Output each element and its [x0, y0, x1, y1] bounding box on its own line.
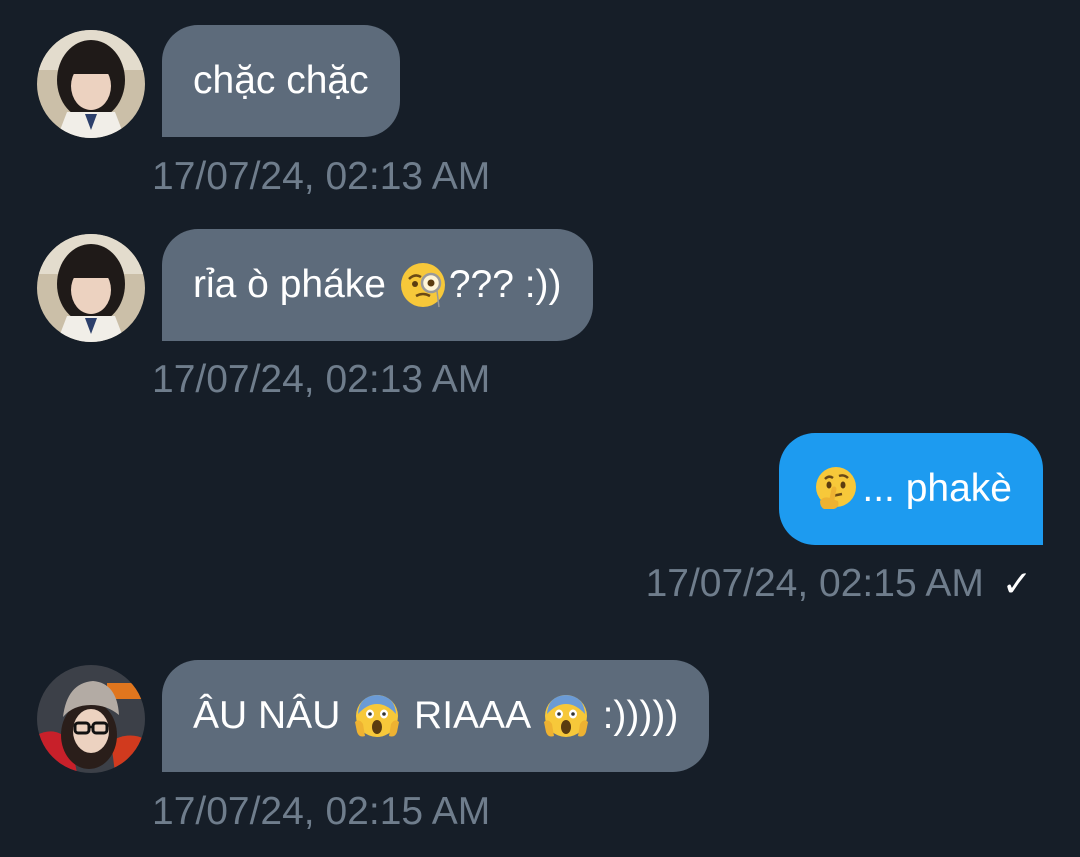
message-timestamp: 17/07/24, 02:13 AM: [152, 358, 491, 401]
message-bubble-incoming[interactable]: ÂU NÂU RIAAA:))))): [162, 660, 710, 772]
face-with-monocle-icon: [399, 261, 447, 309]
message-timestamp: 17/07/24, 02:15 AM: [645, 562, 984, 605]
message-text: :))))): [591, 694, 679, 737]
message-text: ... phakè: [862, 467, 1012, 510]
message-bubble-incoming[interactable]: rỉa ò pháke ??? :)): [162, 229, 593, 341]
message-bubble-outgoing[interactable]: ... phakè: [779, 433, 1043, 545]
message-status-row: 17/07/24, 02:15 AM ✓: [646, 562, 1032, 606]
avatar[interactable]: [37, 234, 145, 342]
avatar[interactable]: [37, 30, 145, 138]
message-text: ÂU NÂU: [193, 694, 352, 737]
message-bubble-incoming[interactable]: chặc chặc: [162, 25, 400, 137]
message-text: rỉa ò pháke: [193, 263, 397, 306]
face-screaming-in-fear-icon: [353, 692, 401, 740]
thinking-face-icon: [812, 465, 860, 513]
face-screaming-in-fear-icon: [542, 692, 590, 740]
message-text: chặc chặc: [193, 59, 369, 102]
avatar[interactable]: [37, 665, 145, 773]
conversation-view: chặc chặc 17/07/24, 02:13 AM rỉa ò pháke: [0, 0, 1080, 857]
message-timestamp: 17/07/24, 02:13 AM: [152, 155, 491, 198]
message-text: ??? :)): [448, 263, 562, 306]
message-timestamp: 17/07/24, 02:15 AM: [152, 790, 491, 833]
message-text: RIAAA: [403, 694, 540, 737]
check-icon: ✓: [1001, 563, 1032, 604]
